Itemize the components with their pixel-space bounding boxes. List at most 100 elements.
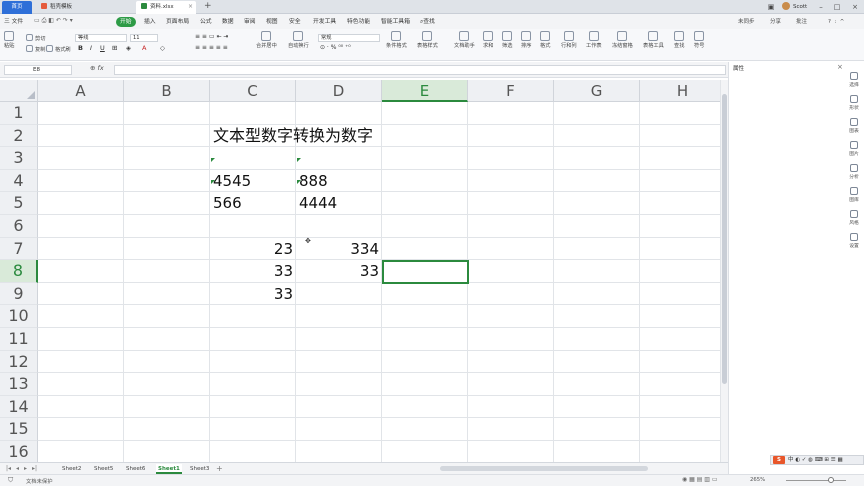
scroll-thumb[interactable] [722,94,727,384]
menu-formulas[interactable]: 公式 [200,17,212,27]
row-header-11[interactable]: 11 [0,328,38,351]
cell-c2[interactable]: 文本型数字转换为数字 [210,125,373,147]
tab-close-icon[interactable]: × [188,1,193,13]
align-icons-top[interactable]: ≡ ≡ ▭ ⇤ ⇥ [195,33,228,40]
template-tab[interactable]: 稻壳模板 [36,1,132,14]
clear-icon[interactable]: ◇ [160,44,165,52]
side-item-7[interactable]: 设置 [844,233,864,249]
menu-review[interactable]: 审阅 [244,17,256,27]
symbol-button[interactable]: 符号 [694,31,704,49]
bold-button[interactable]: B [78,44,83,52]
sheet-tab-sheet2[interactable]: Sheet2 [60,464,83,474]
column-header-e[interactable]: E [382,80,468,102]
sync-status[interactable]: 未同步 [738,17,755,27]
row-header-4[interactable]: 4 [0,169,38,193]
side-item-6[interactable]: 风格 [844,210,864,226]
column-header-a[interactable]: A [38,80,124,102]
format-button[interactable]: 格式 [540,31,550,49]
side-item-5[interactable]: 图库 [844,187,864,203]
border-icon[interactable]: ⊞ [112,44,117,52]
row-header-1[interactable]: 1 [0,102,38,125]
format-painter-button[interactable]: 格式刷 [46,45,71,53]
row-header-8[interactable]: 8 [0,260,38,283]
fill-color-icon[interactable]: ◈ [126,44,131,52]
help-icon[interactable]: ? : ^ [828,17,844,27]
menu-view[interactable]: 视图 [266,17,278,27]
fx-icon[interactable]: fx [98,64,104,72]
row-header-9[interactable]: 9 [0,282,38,306]
sum-button[interactable]: 求和 [483,31,493,49]
table-style-button[interactable]: 表格样式 [417,31,438,49]
row-header-13[interactable]: 13 [0,373,38,396]
side-item-0[interactable]: 选择 [844,72,864,88]
column-header-f[interactable]: F [468,80,554,102]
cell-c9[interactable]: 33 [210,283,296,305]
italic-button[interactable]: I [90,44,92,52]
side-item-4[interactable]: 分析 [844,164,864,180]
sheet-tab-sheet5[interactable]: Sheet5 [92,464,115,474]
active-cell[interactable] [382,260,469,284]
filter-button[interactable]: 筛选 [502,31,512,49]
column-header-d[interactable]: D [296,80,382,102]
home-tab[interactable]: 首页 [2,1,32,14]
doc-assistant-button[interactable]: 文档助手 [454,31,475,49]
minimize-button[interactable]: – [814,0,828,14]
menu-security[interactable]: 安全 [289,17,301,27]
cell-c8[interactable]: 33 [210,260,296,282]
formula-input[interactable] [114,65,726,75]
share-button[interactable]: 分享 [770,17,781,27]
vertical-scrollbar[interactable] [720,80,728,462]
close-window-button[interactable]: × [848,0,862,14]
name-box[interactable]: E8 [4,65,72,75]
select-all-corner[interactable] [0,80,38,102]
user-account[interactable]: Scott [782,2,807,10]
file-tab[interactable]: 资料.xlsx × [136,1,196,14]
cell-c5[interactable]: 566 [210,192,296,214]
row-header-5[interactable]: 5 [0,192,38,215]
column-header-g[interactable]: G [554,80,640,102]
row-header-15[interactable]: 15 [0,418,38,441]
paste-button[interactable]: 粘贴 [4,31,14,49]
horizontal-scrollbar[interactable] [440,466,648,471]
font-size-select[interactable]: 11 [130,34,158,42]
copy-button[interactable]: 复制 [26,45,45,53]
menu-smart-tools[interactable]: 智能工具箱 [381,17,410,27]
column-header-c[interactable]: C [210,80,296,102]
panel-close-icon[interactable]: × [837,63,843,71]
menu-data[interactable]: 数据 [222,17,234,27]
menu-special[interactable]: 特色功能 [347,17,370,27]
row-header-16[interactable]: 16 [0,441,38,462]
menu-page-layout[interactable]: 页面布局 [166,17,189,27]
formula-icons[interactable]: ⊕ fx [90,64,104,72]
merge-center-button[interactable]: 合并居中 [256,31,277,49]
side-item-1[interactable]: 形状 [844,95,864,111]
row-header-14[interactable]: 14 [0,395,38,419]
menu-insert[interactable]: 插入 [144,17,156,27]
ime-toolbar[interactable]: S中 ◐ ✓ ◍ ⌨ ⊞ ☰ ▦ [770,455,864,465]
cell-c7[interactable]: 23 [210,238,296,260]
row-header-10[interactable]: 10 [0,305,38,328]
underline-button[interactable]: U [100,44,105,52]
rows-columns-button[interactable]: 行和列 [561,31,577,49]
comment-button[interactable]: 批注 [796,17,807,27]
cell-d5[interactable]: 4444 [296,192,382,214]
sheet-tab-sheet1[interactable]: Sheet1 [156,464,182,474]
view-mode-icons[interactable]: ◉ ▦ ▤ ▥ ▭ [682,476,718,483]
protection-status[interactable]: 文档未保护 [26,477,53,485]
zoom-level[interactable]: 265% [750,477,765,483]
cut-button[interactable]: 剪切 [26,34,45,42]
quick-access-icons[interactable]: ▭ ⎙ ◧ ↶ ↷ ▾ [34,17,73,25]
wrap-text-button[interactable]: 自动换行 [288,31,309,49]
number-format-icons[interactable]: ⊙ · % ⁰⁰ ⁺⁰ [320,44,351,51]
worksheet-button[interactable]: 工作表 [586,31,602,49]
table-tools-button[interactable]: 表格工具 [643,31,664,49]
number-format-select[interactable]: 常规 [318,34,380,42]
freeze-panes-button[interactable]: 冻结窗格 [612,31,633,49]
zoom-slider[interactable] [786,480,846,481]
menu-developer[interactable]: 开发工具 [313,17,336,27]
new-tab-button[interactable]: + [204,0,212,13]
row-header-7[interactable]: 7 [0,237,38,261]
menu-home[interactable]: 开始 [116,17,136,27]
conditional-format-button[interactable]: 条件格式 [386,31,407,49]
sheet-tab-sheet6[interactable]: Sheet6 [124,464,147,474]
